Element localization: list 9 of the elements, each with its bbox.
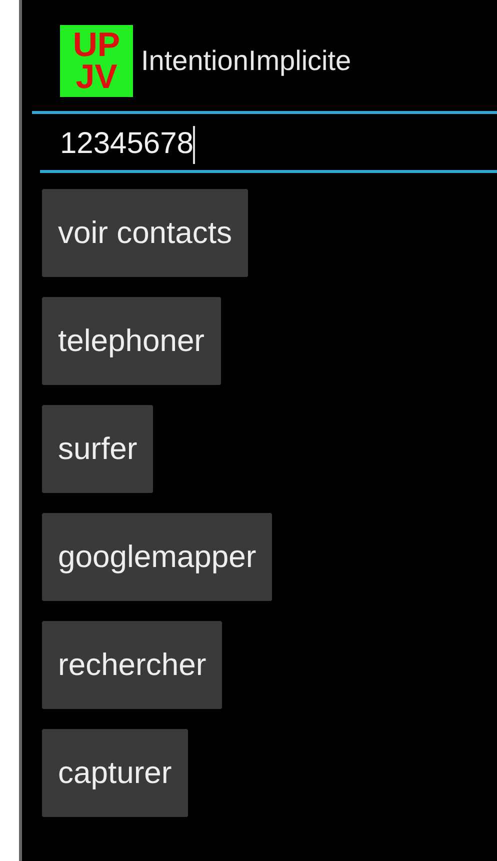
action-button[interactable]: telephoner (42, 297, 221, 385)
action-button[interactable]: surfer (42, 405, 154, 493)
app-title: IntentionImplicite (141, 45, 352, 77)
action-button[interactable]: googlemapper (42, 513, 272, 601)
phone-input-field[interactable]: 12345678 (40, 122, 497, 173)
action-button[interactable]: rechercher (42, 621, 222, 709)
action-button[interactable]: capturer (42, 729, 188, 817)
action-button[interactable]: voir contacts (42, 189, 248, 277)
logo-icon: UP JV (60, 25, 133, 97)
